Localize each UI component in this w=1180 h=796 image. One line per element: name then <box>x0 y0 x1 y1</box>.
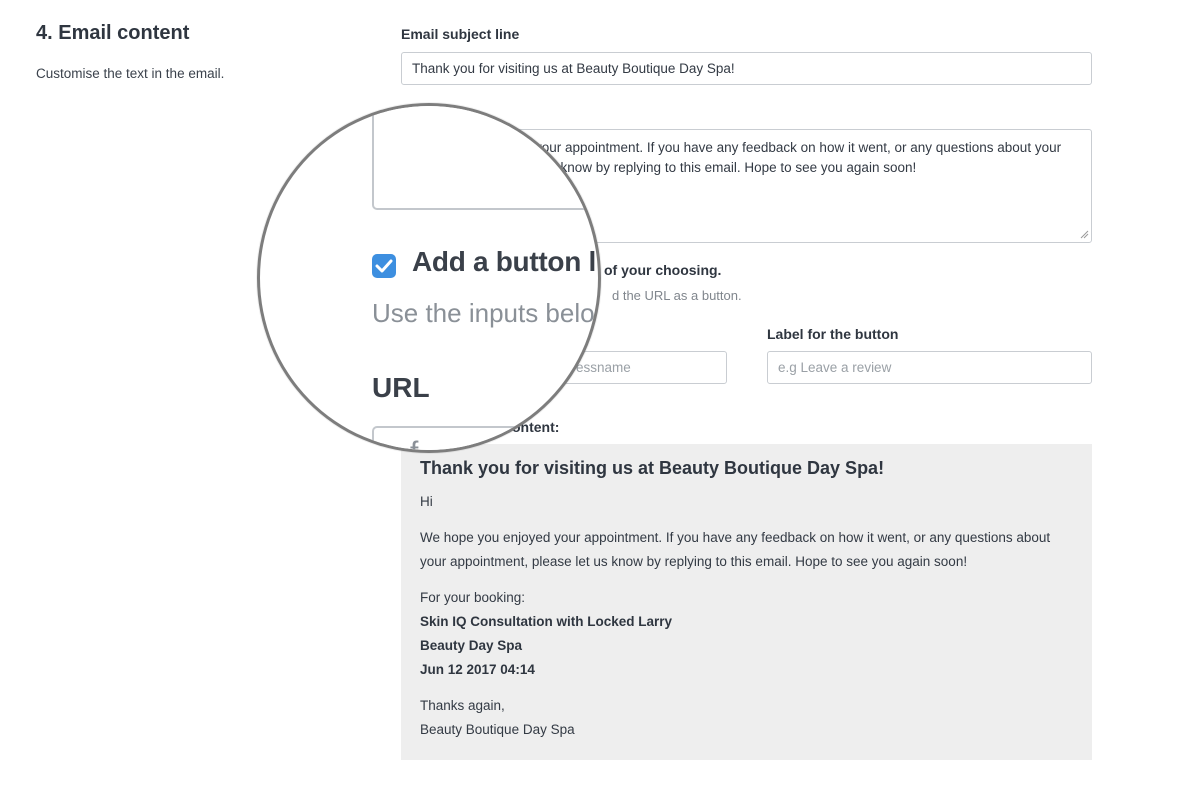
button-label-input[interactable] <box>767 351 1092 384</box>
section-description: Customise the text in the email. <box>36 66 225 81</box>
checkmark-icon <box>375 259 393 273</box>
preview-location: Beauty Day Spa <box>420 638 523 653</box>
preview-greeting: Hi <box>420 494 433 509</box>
preview-paragraph-line-2: your appointment, please let us know by … <box>420 554 968 569</box>
resize-grip-icon[interactable] <box>1080 230 1089 239</box>
magnified-url-label: URL <box>372 372 430 403</box>
magnified-hint: Use the inputs belo <box>372 298 595 328</box>
subject-label: Email subject line <box>401 26 520 42</box>
button-label-title: Label for the button <box>767 326 899 342</box>
preview-signature: Beauty Boutique Day Spa <box>420 722 575 737</box>
magnifier-lens: Add a button lin Use the inputs belo URL… <box>257 103 601 453</box>
magnified-button-link-label: Add a button lin <box>412 246 601 277</box>
button-link-checkbox[interactable] <box>372 254 396 278</box>
magnified-glyph: f <box>410 436 419 453</box>
subject-input[interactable] <box>401 52 1092 85</box>
magnified-textarea <box>372 106 598 210</box>
section-title: 4. Email content <box>36 22 190 44</box>
preview-datetime: Jun 12 2017 04:14 <box>420 662 535 677</box>
email-preview: Thank you for visiting us at Beauty Bout… <box>401 444 1092 760</box>
preview-heading: Thank you for visiting us at Beauty Bout… <box>420 458 885 478</box>
magnified-url-input <box>372 426 598 450</box>
preview-booking-label: For your booking: <box>420 590 526 605</box>
button-link-hint: d the URL as a button. <box>612 288 742 303</box>
preview-thanks: Thanks again, <box>420 698 505 713</box>
preview-paragraph-line-1: We hope you enjoyed your appointment. If… <box>420 530 1051 545</box>
preview-service: Skin IQ Consultation with Locked Larry <box>420 614 673 629</box>
button-link-label: of your choosing. <box>604 262 722 278</box>
